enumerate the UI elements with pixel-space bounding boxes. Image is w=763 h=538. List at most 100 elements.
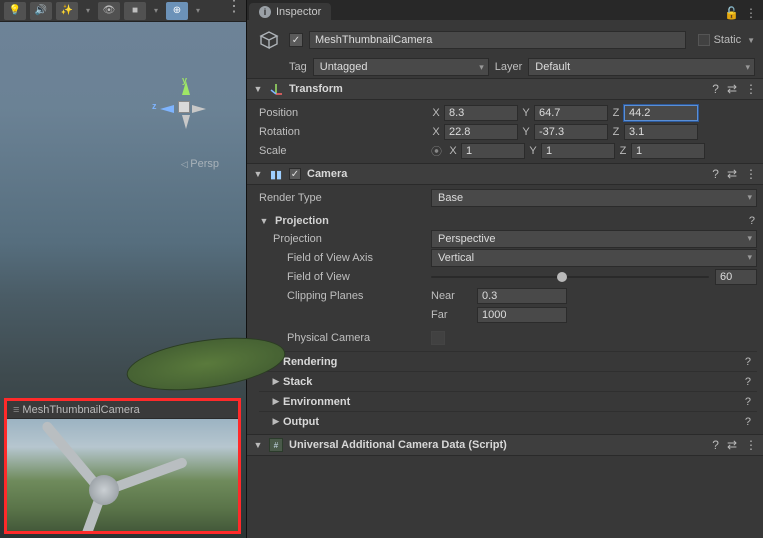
- physical-camera-checkbox[interactable]: [431, 331, 445, 345]
- transform-body: Position X Y Z Rotation X Y Z Scale ⦿: [247, 100, 763, 163]
- script-icon: #: [269, 438, 283, 452]
- lighting-toggle[interactable]: 💡: [4, 2, 26, 20]
- component-menu-icon[interactable]: ⋮: [745, 82, 757, 96]
- constrain-scale-icon[interactable]: ⦿: [431, 143, 442, 159]
- rotation-z-input[interactable]: [624, 124, 698, 140]
- rotation-label: Rotation: [259, 126, 427, 138]
- gizmos-toggle[interactable]: ⊕: [166, 2, 188, 20]
- near-input[interactable]: [477, 288, 567, 304]
- position-y-input[interactable]: [534, 105, 608, 121]
- far-label: Far: [431, 309, 471, 321]
- transform-fold-icon[interactable]: ▼: [253, 84, 263, 94]
- environment-title[interactable]: Environment: [283, 396, 350, 408]
- scene-toolbar-menu-icon[interactable]: ⋮: [226, 0, 242, 16]
- physical-camera-label: Physical Camera: [259, 332, 427, 344]
- orientation-gizmo[interactable]: y z: [152, 75, 216, 139]
- additional-camera-data-title: Universal Additional Camera Data (Script…: [289, 439, 507, 451]
- tab-menu-icon[interactable]: ⋮: [745, 6, 757, 20]
- position-z-input[interactable]: [624, 105, 698, 121]
- output-fold-icon[interactable]: ▶: [271, 416, 281, 427]
- layer-dropdown[interactable]: Default: [528, 58, 755, 76]
- camera-title: Camera: [307, 168, 347, 180]
- help-icon[interactable]: ?: [745, 396, 751, 408]
- stack-title[interactable]: Stack: [283, 376, 312, 388]
- camera-enable-checkbox[interactable]: ✓: [289, 168, 301, 180]
- tag-dropdown[interactable]: Untagged: [313, 58, 489, 76]
- static-checkbox[interactable]: [698, 34, 710, 46]
- fov-slider[interactable]: [431, 270, 709, 284]
- preset-icon[interactable]: ⇄: [727, 167, 737, 181]
- transform-icon: [269, 82, 283, 96]
- visibility-toggle[interactable]: 👁: [98, 2, 120, 20]
- camera-toggle[interactable]: ■: [124, 2, 146, 20]
- static-toggle[interactable]: Static ▼: [692, 34, 755, 46]
- camera-preview-content: [7, 419, 238, 531]
- rotation-y-input[interactable]: [534, 124, 608, 140]
- help-icon[interactable]: ?: [745, 356, 751, 368]
- camera-icon: ▮▮: [269, 167, 283, 181]
- projection-dropdown[interactable]: Perspective: [431, 230, 757, 248]
- help-icon[interactable]: ?: [712, 438, 719, 452]
- fov-value-input[interactable]: [715, 269, 757, 285]
- camera-preview-panel[interactable]: ≡ MeshThumbnailCamera: [4, 398, 241, 534]
- tab-inspector-label: Inspector: [276, 6, 321, 18]
- preset-icon[interactable]: ⇄: [727, 82, 737, 96]
- camera-preview-header[interactable]: ≡ MeshThumbnailCamera: [7, 401, 238, 419]
- output-title[interactable]: Output: [283, 416, 319, 428]
- help-icon[interactable]: ?: [749, 215, 757, 227]
- additional-camera-data-header[interactable]: ▼ # Universal Additional Camera Data (Sc…: [247, 434, 763, 456]
- gameobject-header: ✓ Static ▼ Tag Untagged Layer Default: [247, 20, 763, 78]
- scale-label: Scale: [259, 145, 427, 157]
- clipping-label: Clipping Planes: [259, 290, 427, 302]
- scene-view[interactable]: 💡 🔊 ✨ ▾ 👁 ■ ▾ ⊕ ▾ ⋮ y z Persp ≡ MeshThum…: [0, 0, 247, 538]
- gameobject-name-input[interactable]: [309, 31, 686, 49]
- environment-fold-icon[interactable]: ▶: [271, 396, 281, 407]
- scale-x-input[interactable]: [461, 143, 525, 159]
- projection-label: Projection: [259, 233, 427, 245]
- help-icon[interactable]: ?: [712, 167, 719, 181]
- scale-y-input[interactable]: [541, 143, 615, 159]
- info-icon: i: [259, 6, 271, 18]
- transform-title: Transform: [289, 83, 343, 95]
- projection-section-fold-icon[interactable]: ▼: [259, 216, 269, 226]
- camera-header[interactable]: ▼ ▮▮ ✓ Camera ? ⇄ ⋮: [247, 163, 763, 185]
- drag-handle-icon[interactable]: ≡: [13, 404, 18, 416]
- additional-fold-icon[interactable]: ▼: [253, 440, 263, 450]
- static-dropdown-icon[interactable]: ▼: [747, 36, 755, 45]
- fov-axis-dropdown[interactable]: Vertical: [431, 249, 757, 267]
- projection-mode-label[interactable]: Persp: [181, 158, 219, 170]
- transform-header[interactable]: ▼ Transform ? ⇄ ⋮: [247, 78, 763, 100]
- component-menu-icon[interactable]: ⋮: [745, 167, 757, 181]
- stack-fold-icon[interactable]: ▶: [271, 376, 281, 387]
- audio-toggle[interactable]: 🔊: [30, 2, 52, 20]
- tab-inspector[interactable]: i Inspector: [249, 3, 331, 20]
- camera-body: Render Type Base ▼ Projection ? Projecti…: [247, 185, 763, 434]
- camera-fold-icon[interactable]: ▼: [253, 169, 263, 179]
- render-type-dropdown[interactable]: Base: [431, 189, 757, 207]
- help-icon[interactable]: ?: [712, 82, 719, 96]
- static-label: Static: [714, 34, 742, 46]
- rotation-x-input[interactable]: [444, 124, 518, 140]
- lock-icon[interactable]: 🔓: [724, 6, 739, 20]
- camera-preview-title: MeshThumbnailCamera: [22, 404, 139, 416]
- preset-icon[interactable]: ⇄: [727, 438, 737, 452]
- component-menu-icon[interactable]: ⋮: [745, 438, 757, 452]
- tag-label: Tag: [289, 61, 307, 73]
- position-x-input[interactable]: [444, 105, 518, 121]
- help-icon[interactable]: ?: [745, 376, 751, 388]
- near-label: Near: [431, 290, 471, 302]
- scale-z-input[interactable]: [631, 143, 705, 159]
- scene-toolbar: 💡 🔊 ✨ ▾ 👁 ■ ▾ ⊕ ▾ ⋮: [0, 0, 246, 22]
- active-checkbox[interactable]: ✓: [289, 33, 303, 47]
- far-input[interactable]: [477, 307, 567, 323]
- rendering-title[interactable]: Rendering: [283, 356, 337, 368]
- help-icon[interactable]: ?: [745, 416, 751, 428]
- fov-label: Field of View: [259, 271, 427, 283]
- inspector-panel: i Inspector 🔓 ⋮ ✓ Static ▼: [247, 0, 763, 538]
- projection-section-title: Projection: [275, 215, 329, 227]
- gameobject-icon[interactable]: [255, 26, 283, 54]
- fx-toggle[interactable]: ✨: [56, 2, 78, 20]
- inspector-tab-bar: i Inspector 🔓 ⋮: [247, 0, 763, 20]
- layer-label: Layer: [495, 61, 523, 73]
- axis-label-z: z: [152, 101, 157, 111]
